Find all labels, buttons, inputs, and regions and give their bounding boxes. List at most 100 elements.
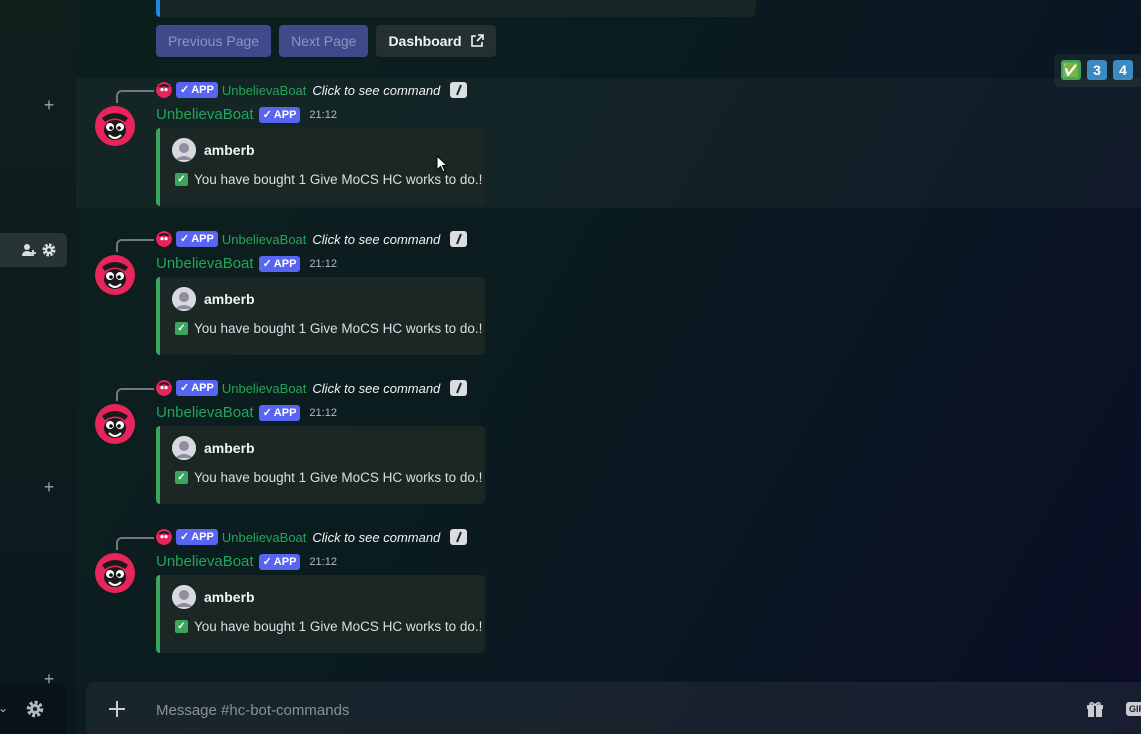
user-panel: ⌄ <box>0 683 66 734</box>
user-settings-gear-icon[interactable] <box>25 699 45 719</box>
chevron-down-icon[interactable]: ⌄ <box>0 701 8 715</box>
reply-avatar <box>156 529 172 545</box>
embed-author-name: amberb <box>204 589 255 605</box>
check-icon: ✓ <box>175 322 188 335</box>
dashboard-label: Dashboard <box>388 33 462 49</box>
embed-author-avatar <box>172 436 196 460</box>
add-channel-icon[interactable]: + <box>40 96 58 114</box>
external-link-icon <box>470 34 484 47</box>
timestamp[interactable]: 21:12 <box>309 109 337 121</box>
bot-avatar[interactable] <box>95 106 135 146</box>
app-badge: ✓ APP <box>176 380 218 396</box>
reply-avatar <box>156 231 172 247</box>
bot-avatar[interactable] <box>95 553 135 593</box>
embed-author-avatar <box>172 585 196 609</box>
message-item[interactable]: ✓ APP UnbelievaBoat Click to see command … <box>76 525 1141 655</box>
gif-icon[interactable]: GIF <box>1126 702 1141 716</box>
reply-avatar <box>156 82 172 98</box>
timestamp[interactable]: 21:12 <box>309 258 337 270</box>
add-channel-icon[interactable]: + <box>40 478 58 496</box>
slash-command-icon <box>450 82 468 98</box>
embed-author: amberb <box>172 585 255 609</box>
message-item[interactable]: ✓ APP UnbelievaBoat Click to see command … <box>76 376 1141 506</box>
timestamp[interactable]: 21:12 <box>309 556 337 568</box>
embed-text: You have bought 1 Give MoCS HC works to … <box>194 470 483 485</box>
author-name[interactable]: UnbelievaBoat <box>156 106 254 123</box>
embed-author-name: amberb <box>204 291 255 307</box>
pagination-buttons: Previous Page Next Page Dashboard <box>156 25 496 57</box>
check-reaction[interactable]: ✅ <box>1061 60 1081 80</box>
reply-connector <box>116 239 154 252</box>
check-icon: ✓ <box>175 173 188 186</box>
previous-page-button[interactable]: Previous Page <box>156 25 272 57</box>
check-icon: ✓ <box>175 471 188 484</box>
embed-text: You have bought 1 Give MoCS HC works to … <box>194 619 483 634</box>
message-header: UnbelievaBoat ✓ APP 21:12 <box>156 553 337 570</box>
app-badge: ✓ APP <box>176 82 218 98</box>
reply-connector <box>116 388 154 401</box>
reply-command-text[interactable]: Click to see command <box>312 83 440 98</box>
embed-description: ✓ You have bought 1 Give MoCS HC works t… <box>175 172 482 187</box>
reply-reference[interactable]: ✓ APP UnbelievaBoat Click to see command <box>156 231 468 247</box>
author-name[interactable]: UnbelievaBoat <box>156 255 254 272</box>
author-name[interactable]: UnbelievaBoat <box>156 404 254 421</box>
message-header: UnbelievaBoat ✓ APP 21:12 <box>156 255 337 272</box>
embed-author-name: amberb <box>204 142 255 158</box>
app-badge: ✓ APP <box>258 404 301 421</box>
message-item[interactable]: ✓ APP UnbelievaBoat Click to see command … <box>76 227 1141 357</box>
bot-avatar[interactable] <box>95 255 135 295</box>
message-input[interactable] <box>156 696 1056 724</box>
app-badge: ✓ APP <box>176 231 218 247</box>
embed: amberb ✓ You have bought 1 Give MoCS HC … <box>156 575 485 653</box>
embed-description: ✓ You have bought 1 Give MoCS HC works t… <box>175 321 482 336</box>
next-page-button[interactable]: Next Page <box>279 25 369 57</box>
reply-username[interactable]: UnbelievaBoat <box>222 232 307 247</box>
embed-author: amberb <box>172 436 255 460</box>
keycap-4-reaction[interactable]: 4 <box>1113 60 1133 80</box>
previous-embed <box>156 0 756 17</box>
app-badge: ✓ APP <box>258 255 301 272</box>
message-item[interactable]: ✓ APP UnbelievaBoat Click to see command … <box>76 78 1141 208</box>
message-header: UnbelievaBoat ✓ APP 21:12 <box>156 404 337 421</box>
reply-reference[interactable]: ✓ APP UnbelievaBoat Click to see command <box>156 82 468 98</box>
embed-author-name: amberb <box>204 440 255 456</box>
reply-connector <box>116 537 154 550</box>
embed-text: You have bought 1 Give MoCS HC works to … <box>194 321 483 336</box>
gift-icon[interactable] <box>1086 701 1104 719</box>
reply-command-text[interactable]: Click to see command <box>312 530 440 545</box>
reply-avatar <box>156 380 172 396</box>
reply-reference[interactable]: ✓ APP UnbelievaBoat Click to see command <box>156 529 468 545</box>
message-composer: GIF <box>86 682 1141 734</box>
app-badge: ✓ APP <box>258 553 301 570</box>
author-name[interactable]: UnbelievaBoat <box>156 553 254 570</box>
reply-reference[interactable]: ✓ APP UnbelievaBoat Click to see command <box>156 380 468 396</box>
embed: amberb ✓ You have bought 1 Give MoCS HC … <box>156 277 485 355</box>
bot-avatar[interactable] <box>95 404 135 444</box>
app-badge: ✓ APP <box>176 529 218 545</box>
embed-description: ✓ You have bought 1 Give MoCS HC works t… <box>175 619 482 634</box>
slash-command-icon <box>450 231 468 247</box>
embed: amberb ✓ You have bought 1 Give MoCS HC … <box>156 426 485 504</box>
reply-connector <box>116 90 154 103</box>
plus-circle-icon[interactable] <box>106 698 128 720</box>
gear-icon[interactable] <box>41 242 57 258</box>
dashboard-button[interactable]: Dashboard <box>376 25 496 57</box>
reply-username[interactable]: UnbelievaBoat <box>222 530 307 545</box>
keycap-3-reaction[interactable]: 3 <box>1087 60 1107 80</box>
message-header: UnbelievaBoat ✓ APP 21:12 <box>156 106 337 123</box>
reply-username[interactable]: UnbelievaBoat <box>222 381 307 396</box>
add-member-icon[interactable] <box>21 242 37 258</box>
reply-command-text[interactable]: Click to see command <box>312 232 440 247</box>
timestamp[interactable]: 21:12 <box>309 407 337 419</box>
slash-command-icon <box>450 380 468 396</box>
channel-item-active[interactable] <box>0 233 67 267</box>
embed-text: You have bought 1 Give MoCS HC works to … <box>194 172 483 187</box>
mouse-cursor-icon <box>436 155 448 173</box>
reply-username[interactable]: UnbelievaBoat <box>222 83 307 98</box>
embed-author-avatar <box>172 138 196 162</box>
reply-command-text[interactable]: Click to see command <box>312 381 440 396</box>
embed-author: amberb <box>172 138 255 162</box>
app-badge: ✓ APP <box>258 106 301 123</box>
embed-author-avatar <box>172 287 196 311</box>
check-icon: ✓ <box>175 620 188 633</box>
